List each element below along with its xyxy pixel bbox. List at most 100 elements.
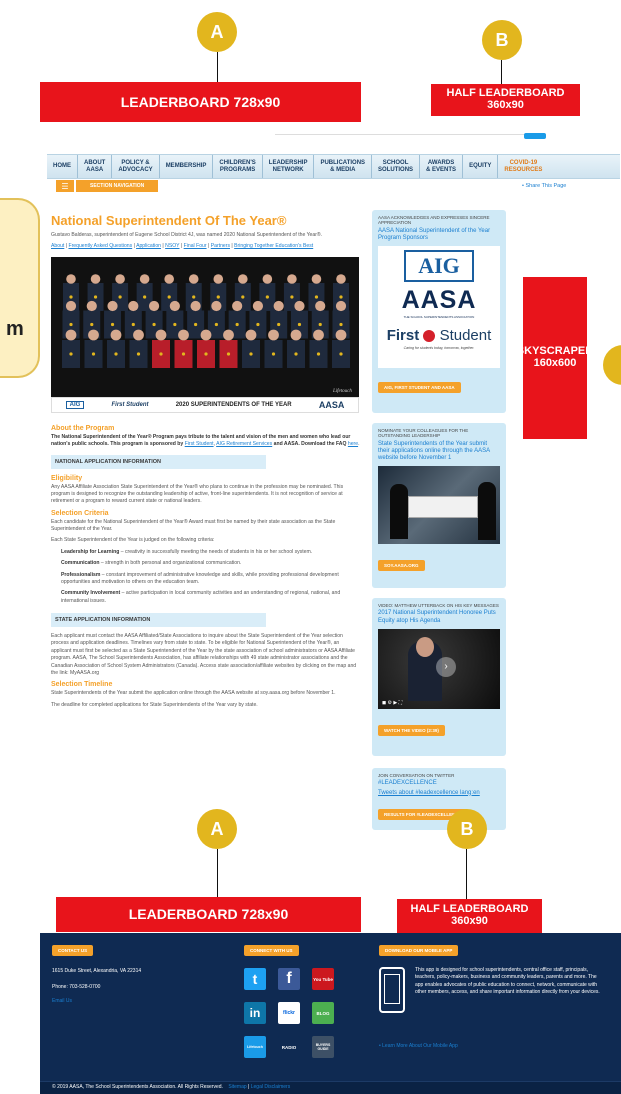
sponsors-card: AASA ACKNOWLEDGES AND EXPRESSES SINCERE … xyxy=(372,210,506,413)
share-page-link[interactable]: • Share This Page xyxy=(522,183,566,189)
about-heading: About the Program xyxy=(51,424,115,432)
page-title: National Superintendent Of The Year® xyxy=(51,213,287,228)
criteria-label: Professionalism xyxy=(61,571,101,578)
section-navigation-button[interactable]: SECTION NAVIGATION xyxy=(76,180,159,192)
linkedin-icon[interactable]: in xyxy=(244,1002,266,1024)
blog-icon[interactable]: BLOG xyxy=(312,1002,334,1024)
nav-item[interactable]: LEADERSHIP NETWORK xyxy=(263,155,315,178)
selection-text-2: Each State Superintendent of the Year is… xyxy=(51,537,215,544)
group-photo-art: Lifetouch xyxy=(51,256,359,397)
nominate-link[interactable]: State Superintendents of the Year submit… xyxy=(378,441,500,463)
badge-c-partial xyxy=(603,345,621,385)
video-small: VIDEO: MATTHEW UTTERBACK ON HIS KEY MESS… xyxy=(378,603,499,608)
radio-icon[interactable]: RADIO xyxy=(278,1036,300,1058)
state-text: Each applicant must contact the AASA Aff… xyxy=(51,633,357,676)
about-text: The National Superintendent of the Year®… xyxy=(51,433,360,448)
quick-link[interactable]: About xyxy=(51,243,64,249)
first-student-link[interactable]: First Student xyxy=(185,441,214,447)
sitemap-link[interactable]: Sitemap xyxy=(228,1084,246,1090)
twitter-icon[interactable]: t xyxy=(244,968,266,990)
group-photo: Lifetouch xyxy=(51,256,359,397)
quick-link[interactable]: Final Four xyxy=(184,243,207,249)
copyright: © 2019 AASA, The School Superintendents … xyxy=(52,1084,291,1090)
timeline-heading: Selection Timeline xyxy=(51,681,113,689)
copyright-text: © 2019 AASA, The School Superintendents … xyxy=(52,1084,223,1090)
tweets-link[interactable]: Tweets about #leadexcellence lang:en xyxy=(378,790,500,797)
watch-video-button[interactable]: WATCH THE VIDEO (2:39) xyxy=(378,724,445,736)
strip-aasa: AASA xyxy=(318,399,345,410)
youtube-icon[interactable]: You Tube xyxy=(312,968,334,990)
strip-title: 2020 SUPERINTENDENTS OF THE YEAR xyxy=(175,401,292,408)
quick-link[interactable]: Application xyxy=(136,243,161,249)
footer-email-link[interactable]: Email Us xyxy=(52,998,72,1004)
faq-link[interactable]: here xyxy=(348,441,358,447)
criteria-label: Communication xyxy=(61,560,100,567)
video-thumbnail[interactable]: › ◼ ⚙ ▶ ⛶ xyxy=(378,628,500,709)
section-nav-bar: ☰ SECTION NAVIGATION xyxy=(56,180,159,192)
badge-a-bottom: A xyxy=(197,809,237,849)
buyers-guide-icon[interactable]: BUYERS GUIDE xyxy=(312,1036,334,1058)
learn-more-link[interactable]: • Learn More About Our Mobile App xyxy=(379,1043,458,1049)
criteria-item: Professionalism – constant improvement o… xyxy=(61,572,361,587)
half-leaderboard-line2: 360x90 xyxy=(487,99,524,111)
criteria-text: – creativity in successfully meeting the… xyxy=(119,548,313,555)
nav-item[interactable]: EQUITY xyxy=(463,155,499,178)
lifetouch-icon[interactable]: Lifetouch xyxy=(244,1036,266,1058)
quick-links: About | Frequently Asked Questions | App… xyxy=(51,243,314,250)
aasa-logo: AASA xyxy=(401,286,477,315)
legal-link[interactable]: Legal Disclaimers xyxy=(251,1084,290,1090)
main-navigation: HOME ABOUT AASA POLICY & ADVOCACY MEMBERSHI… xyxy=(47,154,620,179)
quick-link[interactable]: Partners xyxy=(211,243,230,249)
half-leaderboard-placeholder-bottom: HALF LEADERBOARD 360x90 xyxy=(397,899,542,933)
video-link[interactable]: 2017 National Superintendent Honoree Put… xyxy=(378,610,500,624)
national-info-bar: NATIONAL APPLICATION INFORMATION xyxy=(51,454,266,469)
twitter-card: JOIN CONVERSATION ON TWITTER #LEADEXCELL… xyxy=(372,768,506,830)
aasa-logo-sub: THE SCHOOL SUPERINTENDENTS ASSOCIATION xyxy=(403,315,475,320)
nav-item[interactable]: ABOUT AASA xyxy=(78,155,113,178)
leaderboard-placeholder-top: LEADERBOARD 728x90 xyxy=(40,82,361,122)
flickr-icon[interactable]: flickr xyxy=(278,1002,300,1024)
strip-first-student: First Student xyxy=(111,401,149,408)
leaderboard-placeholder-bottom: LEADERBOARD 728x90 xyxy=(56,897,361,932)
nav-item[interactable]: AWARDS & EVENTS xyxy=(420,155,464,178)
facebook-icon[interactable]: f xyxy=(278,968,300,990)
timeline-text: State Superintendents of the Year submit… xyxy=(51,690,336,697)
nav-item[interactable]: PUBLICATIONS & MEDIA xyxy=(314,155,373,178)
quick-link[interactable]: Bringing Together Education's Best xyxy=(234,243,313,249)
skyscraper-placeholder: SKYSCRAPER 160x600 xyxy=(517,277,593,439)
badge-b-top: B xyxy=(482,20,522,60)
contact-us-button[interactable]: CONTACT US xyxy=(52,945,94,956)
nav-item[interactable]: MEMBERSHIP xyxy=(160,155,214,178)
play-icon[interactable]: › xyxy=(436,656,456,677)
sponsors-button[interactable]: AIG, FIRST STUDENT AND AASA xyxy=(378,382,461,394)
state-info-bar: STATE APPLICATION INFORMATION xyxy=(51,613,266,627)
aig-link[interactable]: AIG Retirement Services xyxy=(216,441,272,447)
nav-item[interactable]: SCHOOL SOLUTIONS xyxy=(372,155,421,178)
search-bar-fragment[interactable] xyxy=(275,134,545,135)
badge-b-bottom: B xyxy=(447,809,487,849)
quick-link[interactable]: NSOY xyxy=(165,243,179,249)
twitter-small: JOIN CONVERSATION ON TWITTER xyxy=(378,773,455,778)
search-button-fragment[interactable] xyxy=(524,133,546,139)
connect-button[interactable]: CONNECT WITH US xyxy=(244,945,299,956)
aig-logo: AIG xyxy=(404,250,474,283)
quick-link[interactable]: Frequently Asked Questions xyxy=(68,243,132,249)
menu-icon[interactable]: ☰ xyxy=(56,180,74,192)
connector-line xyxy=(501,60,502,84)
nominate-small: NOMINATE YOUR COLLEAGUES FOR THE OUTSTAN… xyxy=(378,428,469,439)
half-leaderboard-placeholder-top: HALF LEADERBOARD 360x90 xyxy=(431,84,580,116)
soy-button[interactable]: SOY.AASA.ORG xyxy=(378,560,425,572)
award-photo xyxy=(378,466,500,545)
flag-icon xyxy=(423,330,436,343)
eligibility-heading: Eligibility xyxy=(51,474,83,482)
criteria-label: Community Involvement xyxy=(61,590,121,597)
nav-item[interactable]: POLICY & ADVOCACY xyxy=(112,155,160,178)
photo-sponsor-strip: AIG First Student 2020 SUPERINTENDENTS O… xyxy=(51,396,359,413)
mobile-app-button[interactable]: DOWNLOAD OUR MOBILE APP xyxy=(379,945,459,956)
nav-item[interactable]: CHILDREN'S PROGRAMS xyxy=(213,155,263,178)
connector-line xyxy=(217,849,218,897)
sponsors-link[interactable]: AASA National Superintendent of the Year… xyxy=(378,228,500,242)
video-controls[interactable]: ◼ ⚙ ▶ ⛶ xyxy=(382,700,402,706)
nav-item[interactable]: COVID-19 RESOURCES xyxy=(498,155,548,178)
nav-item[interactable]: HOME xyxy=(47,155,78,178)
